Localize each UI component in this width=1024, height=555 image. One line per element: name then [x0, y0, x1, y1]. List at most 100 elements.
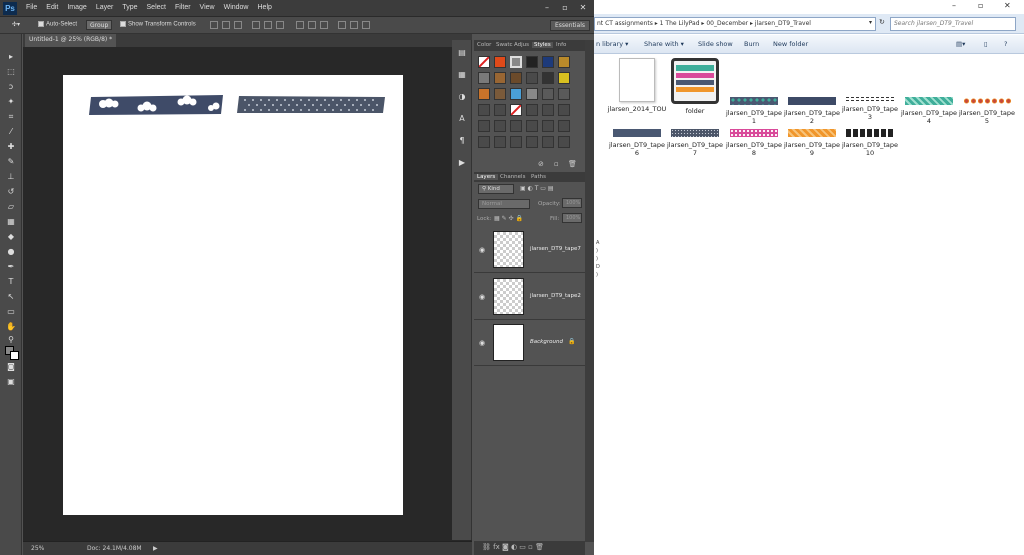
background-color-swatch[interactable] [10, 351, 19, 360]
menu-file[interactable]: File [26, 4, 37, 11]
minimize-icon[interactable]: – [540, 3, 554, 13]
style-swatch[interactable] [542, 136, 554, 148]
style-swatch[interactable] [494, 104, 506, 116]
style-swatch[interactable] [478, 88, 490, 100]
style-swatch[interactable] [526, 56, 538, 68]
menu-image[interactable]: Image [67, 4, 86, 11]
tab-styles[interactable]: Styles [532, 42, 553, 48]
slide-show-button[interactable]: Slide show [698, 40, 733, 48]
zoom-level[interactable]: 25% [31, 545, 44, 552]
properties-panel-icon[interactable]: ▦ [456, 70, 468, 80]
lock-icons[interactable]: ▦ ✎ ✣ 🔒 [494, 215, 523, 222]
style-swatch[interactable] [526, 104, 538, 116]
hand-tool-icon[interactable]: ✋ [5, 322, 17, 332]
style-swatch[interactable] [558, 120, 570, 132]
refresh-icon[interactable]: ↻ [879, 18, 885, 26]
style-swatch[interactable] [558, 104, 570, 116]
file-item[interactable]: jlarsen_DT9_tape 1 [724, 97, 784, 125]
history-brush-icon[interactable]: ↺ [5, 187, 17, 197]
address-bar[interactable]: nt CT assignments ▸ 1 The LilyPad ▸ 00_D… [594, 17, 876, 31]
tab-adjustments[interactable]: Adjus [514, 42, 529, 48]
stamp-tool-icon[interactable]: ⊥ [5, 172, 17, 182]
tab-layers[interactable]: Layers [474, 174, 499, 180]
new-style-icon[interactable]: ▫ [554, 160, 559, 168]
menu-help[interactable]: Help [258, 4, 272, 11]
delete-style-icon[interactable]: 🗑 [568, 160, 577, 168]
auto-select-type-dropdown[interactable]: Group [86, 20, 112, 30]
lasso-tool-icon[interactable]: ↄ [5, 82, 17, 92]
tab-channels[interactable]: Channels [500, 174, 525, 180]
adjust-panel-icon[interactable]: ◑ [456, 92, 468, 102]
layer-filter-icons[interactable]: ▣ ◐ T ▭ ▤ [520, 185, 554, 192]
style-swatch[interactable] [510, 56, 522, 68]
actions-panel-icon[interactable]: ▶ [456, 158, 468, 168]
quick-select-tool-icon[interactable]: ✦ [5, 97, 17, 107]
menu-filter[interactable]: Filter [175, 4, 191, 11]
brush-tool-icon[interactable]: ✎ [5, 157, 17, 167]
preview-pane-icon[interactable]: ▯ [984, 40, 988, 48]
file-item[interactable]: jlarsen_DT9_tape 4 [899, 97, 959, 125]
style-swatch[interactable] [542, 88, 554, 100]
distribute-right-icon[interactable] [362, 21, 370, 29]
type-tool-icon[interactable]: T [5, 277, 17, 287]
workspace-switcher[interactable]: Essentials [549, 20, 590, 31]
document-tab[interactable]: Untitled-1 @ 25% (RGB/8) * [25, 34, 117, 47]
style-swatch[interactable] [494, 136, 506, 148]
visibility-eye-icon[interactable]: ◉ [479, 293, 485, 301]
move-tool-icon[interactable]: ▸ [5, 52, 17, 62]
align-right-icon[interactable] [276, 21, 284, 29]
address-dropdown-icon[interactable]: ▾ [869, 19, 872, 26]
style-swatch[interactable] [510, 136, 522, 148]
file-item[interactable]: jlarsen_2014_TOU [607, 58, 667, 113]
style-swatch[interactable] [526, 72, 538, 84]
style-swatch[interactable] [494, 72, 506, 84]
eyedropper-tool-icon[interactable]: ⁄ [5, 127, 17, 137]
layer-row[interactable]: ◉ Background 🔒 [474, 320, 585, 366]
file-item[interactable]: jlarsen_DT9_tape 10 [840, 129, 900, 157]
style-swatch[interactable] [494, 120, 506, 132]
style-swatch[interactable] [510, 104, 522, 116]
history-panel-icon[interactable]: ▤ [456, 48, 468, 58]
align-bottom-icon[interactable] [234, 21, 242, 29]
gradient-tool-icon[interactable]: ▦ [5, 217, 17, 227]
distribute-hcenter-icon[interactable] [350, 21, 358, 29]
file-item[interactable]: jlarsen_DT9_tape 5 [957, 97, 1017, 125]
visibility-eye-icon[interactable]: ◉ [479, 246, 485, 254]
align-left-icon[interactable] [252, 21, 260, 29]
shape-tool-icon[interactable]: ▭ [5, 307, 17, 317]
paragraph-panel-icon[interactable]: ¶ [456, 136, 468, 146]
style-swatch[interactable] [542, 120, 554, 132]
align-vcenter-icon[interactable] [222, 21, 230, 29]
clear-style-icon[interactable]: ⊘ [538, 160, 544, 168]
status-arrow-icon[interactable]: ▶ [153, 545, 158, 552]
file-item[interactable]: jlarsen_DT9_tape 9 [782, 129, 842, 157]
help-icon[interactable]: ? [1004, 40, 1007, 48]
new-folder-button[interactable]: New folder [773, 40, 808, 48]
file-item[interactable]: jlarsen_DT9_tape 2 [782, 97, 842, 125]
view-options-icon[interactable]: ▤▾ [956, 40, 965, 48]
layer-filter-kind[interactable]: ⚲ Kind [478, 184, 514, 194]
menu-type[interactable]: Type [122, 4, 137, 11]
style-swatch[interactable] [542, 56, 554, 68]
screen-mode-icon[interactable]: ▣ [5, 377, 17, 387]
blend-mode-dropdown[interactable]: Normal [478, 199, 530, 209]
distribute-vcenter-icon[interactable] [308, 21, 316, 29]
distribute-bottom-icon[interactable] [320, 21, 328, 29]
style-swatch[interactable] [494, 88, 506, 100]
opacity-field[interactable]: 100% [562, 198, 582, 208]
panel-scrollbar[interactable] [585, 40, 594, 542]
tab-paths[interactable]: Paths [531, 174, 546, 180]
dodge-tool-icon[interactable]: ● [5, 247, 17, 257]
burn-button[interactable]: Burn [744, 40, 759, 48]
move-tool-icon[interactable]: ✣▾ [12, 21, 20, 28]
menu-window[interactable]: Window [224, 4, 249, 11]
show-transform-checkbox[interactable]: Show Transform Controls [120, 21, 196, 28]
style-swatch[interactable] [526, 88, 538, 100]
layer-row[interactable]: ◉ jlarsen_DT9_tape2 [474, 274, 585, 320]
file-item[interactable]: jlarsen_DT9_tape 6 [607, 129, 667, 157]
menu-select[interactable]: Select [147, 4, 166, 11]
file-item[interactable]: jlarsen_DT9_tape 8 [724, 129, 784, 157]
minimize-icon[interactable]: – [952, 1, 956, 13]
crop-tool-icon[interactable]: ⌗ [5, 112, 17, 122]
layer-actions-icons[interactable]: ⛓ fx ◙ ◐ ▭ ▫ 🗑 [482, 543, 544, 551]
